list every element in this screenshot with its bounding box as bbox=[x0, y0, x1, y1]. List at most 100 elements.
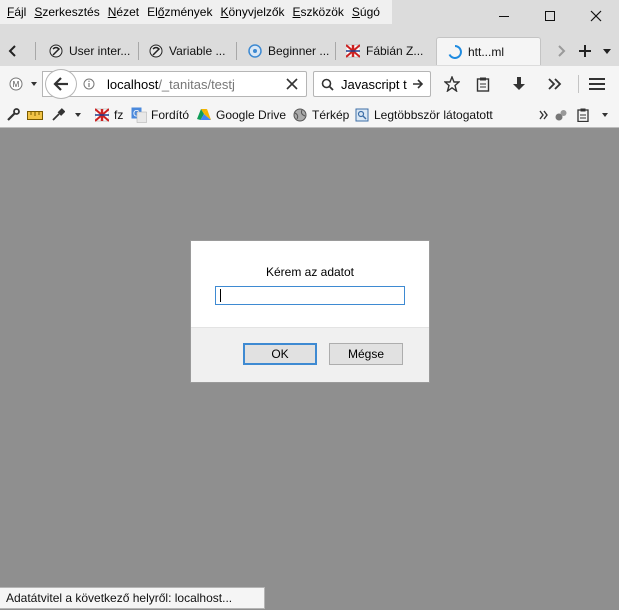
tab-list-button[interactable] bbox=[598, 37, 616, 65]
new-tab-button[interactable] bbox=[574, 37, 596, 65]
bookmark-fordito[interactable]: G Fordító bbox=[131, 106, 189, 124]
tab-separator bbox=[35, 42, 36, 60]
double-chevron-right-icon bbox=[539, 110, 548, 120]
ok-button[interactable]: OK bbox=[243, 343, 317, 365]
bookmark-terkep[interactable]: Térkép bbox=[292, 106, 349, 124]
cancel-button[interactable]: Mégse bbox=[329, 343, 403, 365]
ruler-icon bbox=[27, 107, 43, 123]
star-icon bbox=[444, 76, 460, 92]
google-drive-icon bbox=[196, 107, 212, 123]
eyedropper-button[interactable] bbox=[50, 106, 70, 124]
loading-spinner-icon bbox=[447, 44, 463, 60]
stop-icon[interactable] bbox=[286, 78, 298, 93]
triangle-down-icon bbox=[31, 82, 37, 86]
hamburger-menu-button[interactable] bbox=[586, 71, 608, 97]
download-arrow-icon bbox=[513, 77, 525, 90]
info-icon[interactable] bbox=[83, 78, 97, 90]
clipboard-icon bbox=[575, 107, 591, 123]
ruler-button[interactable] bbox=[27, 106, 47, 124]
navigation-bar: M localhost/_tanitas/testj Javascript t bbox=[0, 66, 619, 102]
tab-label: Variable ... bbox=[169, 44, 226, 58]
menu-view[interactable]: Nézet bbox=[104, 0, 143, 24]
globe-icon bbox=[247, 43, 263, 59]
union-jack-icon bbox=[345, 43, 361, 59]
tab-beginner[interactable]: Beginner ... bbox=[237, 37, 335, 65]
bookmark-page-icon bbox=[354, 107, 370, 123]
eyedropper-icon bbox=[50, 107, 66, 123]
menu-help[interactable]: Súgó bbox=[348, 0, 384, 24]
search-go-icon[interactable] bbox=[412, 78, 424, 93]
extension-button[interactable] bbox=[553, 106, 573, 124]
tab-variable[interactable]: Variable ... bbox=[138, 37, 236, 65]
search-bar[interactable]: Javascript t bbox=[313, 71, 431, 97]
bookmarks-toolbar: fz G Fordító Google Drive Térkép Legtöbb… bbox=[0, 102, 619, 128]
bookmark-label: Térkép bbox=[312, 108, 350, 122]
prompt-input[interactable] bbox=[215, 286, 405, 305]
tab-label: Beginner ... bbox=[268, 44, 330, 58]
wrench-icon bbox=[5, 107, 21, 123]
history-dropdown-arrow[interactable] bbox=[27, 71, 41, 97]
close-icon bbox=[590, 10, 602, 22]
tab-scroll-left-button[interactable] bbox=[2, 37, 24, 65]
triangle-down-icon bbox=[75, 113, 81, 117]
tab-fabian[interactable]: Fábián Z... bbox=[335, 37, 433, 65]
search-icon bbox=[321, 78, 334, 91]
globe-icon bbox=[292, 107, 308, 123]
history-icon: M bbox=[9, 77, 23, 91]
minimize-icon bbox=[499, 16, 509, 17]
tab-label: Fábián Z... bbox=[366, 44, 424, 58]
menu-bookmarks[interactable]: Könyvjelzők bbox=[216, 0, 288, 24]
tab-user-interface[interactable]: User inter... bbox=[38, 37, 138, 65]
bookmark-label: fz bbox=[114, 108, 124, 122]
menu-bar: Fájl Szerkesztés Nézet Előzmények Könyvj… bbox=[0, 0, 392, 24]
bookmark-most-visited[interactable]: Legtöbbször látogatott bbox=[354, 106, 493, 124]
title-bar: Fájl Szerkesztés Nézet Előzmények Könyvj… bbox=[0, 0, 619, 32]
text-caret bbox=[220, 289, 221, 302]
tab-active[interactable]: htt...ml bbox=[436, 37, 541, 65]
downloads-button[interactable] bbox=[508, 71, 530, 97]
search-text: Javascript t bbox=[341, 76, 407, 92]
reading-list-button[interactable] bbox=[472, 71, 494, 97]
clipboard-extension-button[interactable] bbox=[575, 106, 595, 124]
back-button[interactable] bbox=[45, 69, 77, 99]
double-chevron-right-icon bbox=[548, 78, 562, 90]
union-jack-icon bbox=[94, 107, 110, 123]
bookmark-label: Google Drive bbox=[216, 108, 287, 122]
tab-scroll-right-button[interactable] bbox=[550, 37, 572, 65]
chevron-right-icon bbox=[558, 45, 566, 57]
translate-icon: G bbox=[131, 107, 147, 123]
bitbucket-icon bbox=[48, 43, 64, 59]
overflow-chevron-button[interactable] bbox=[544, 71, 566, 97]
bookmarks-overflow-button[interactable] bbox=[539, 106, 549, 124]
tab-strip: User inter... Variable ... Beginner ... … bbox=[0, 32, 619, 66]
bookmark-google-drive[interactable]: Google Drive bbox=[196, 106, 286, 124]
tab-label: htt...ml bbox=[468, 44, 505, 59]
maximize-icon bbox=[545, 11, 555, 21]
url-text: localhost/_tanitas/testj bbox=[107, 76, 235, 92]
status-bar: Adatátvitel a következő helyről: localho… bbox=[0, 587, 265, 609]
arrow-left-icon bbox=[53, 77, 68, 91]
bookmark-label: Fordító bbox=[151, 108, 190, 122]
toolbar-separator bbox=[578, 75, 579, 93]
dialog-message: Kérem az adatot bbox=[265, 265, 355, 279]
menu-edit[interactable]: Szerkesztés bbox=[30, 0, 103, 24]
prompt-dialog: Kérem az adatot OK Mégse bbox=[190, 240, 430, 383]
minimize-button[interactable] bbox=[481, 0, 527, 32]
hamburger-icon bbox=[589, 78, 605, 90]
chevron-left-icon bbox=[8, 45, 16, 57]
tools-dropdown-button[interactable] bbox=[74, 106, 82, 124]
bitbucket-icon bbox=[148, 43, 164, 59]
history-dropdown-button[interactable]: M bbox=[6, 71, 26, 97]
wrench-button[interactable] bbox=[5, 106, 25, 124]
bookmark-star-button[interactable] bbox=[441, 71, 463, 97]
maximize-button[interactable] bbox=[527, 0, 573, 32]
menu-history[interactable]: Előzmények bbox=[143, 0, 216, 24]
menu-tools[interactable]: Eszközök bbox=[289, 0, 348, 24]
extension-dropdown-button[interactable] bbox=[601, 106, 609, 124]
triangle-down-icon bbox=[603, 49, 611, 54]
bookmark-fz[interactable]: fz bbox=[94, 106, 123, 124]
dialog-body: Kérem az adatot bbox=[191, 241, 429, 327]
close-window-button[interactable] bbox=[573, 0, 619, 32]
url-bar[interactable]: localhost/_tanitas/testj bbox=[42, 71, 307, 97]
menu-file[interactable]: Fájl bbox=[3, 0, 30, 24]
